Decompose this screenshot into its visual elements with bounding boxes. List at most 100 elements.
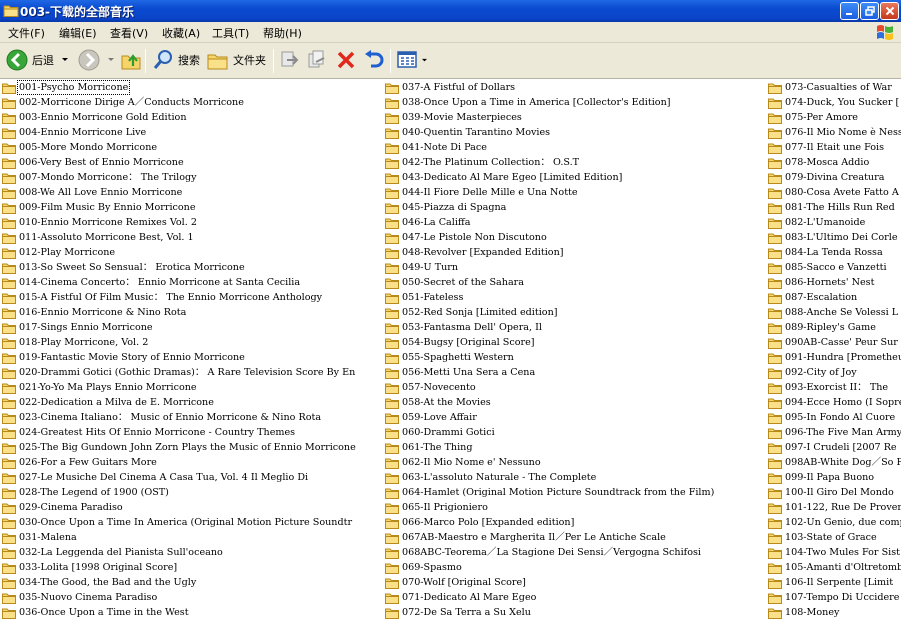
folder-item[interactable]: 013-So Sweet So Sensual： Erotica Morrico… <box>2 260 246 275</box>
folder-item[interactable]: 108-Money <box>768 605 840 620</box>
folder-item[interactable]: 093-Exorcist II： The <box>768 380 889 395</box>
folder-item[interactable]: 047-Le Pistole Non Discutono <box>385 230 548 245</box>
folder-item[interactable]: 014-Cinema Concerto： Ennio Morricone at … <box>2 275 301 290</box>
folder-item[interactable]: 092-City of Joy <box>768 365 858 380</box>
folder-item[interactable]: 087-Escalation <box>768 290 858 305</box>
menu-help[interactable]: 帮助(H) <box>263 25 302 41</box>
folder-item[interactable]: 067AB-Maestro e Margherita Il／Per Le Ant… <box>385 530 667 545</box>
close-button[interactable] <box>880 2 899 20</box>
folder-item[interactable]: 045-Piazza di Spagna <box>385 200 507 215</box>
menu-file[interactable]: 文件(F) <box>8 25 45 41</box>
folder-item[interactable]: 015-A Fistful Of Film Music： The Ennio M… <box>2 290 323 305</box>
folder-item[interactable]: 050-Secret of the Sahara <box>385 275 525 290</box>
folder-item[interactable]: 003-Ennio Morricone Gold Edition <box>2 110 188 125</box>
views-button[interactable] <box>397 50 428 70</box>
folder-item[interactable]: 007-Mondo Morricone： The Trilogy <box>2 170 198 185</box>
folder-item[interactable]: 019-Fantastic Movie Story of Ennio Morri… <box>2 350 246 365</box>
folder-item[interactable]: 048-Revolver [Expanded Edition] <box>385 245 565 260</box>
folder-item[interactable]: 106-Il Serpente [Limit <box>768 575 894 590</box>
folder-item[interactable]: 095-In Fondo Al Cuore <box>768 410 896 425</box>
folder-item[interactable]: 072-De Sa Terra a Su Xelu <box>385 605 532 620</box>
chevron-down-icon[interactable] <box>107 57 115 63</box>
folder-item[interactable]: 037-A Fistful of Dollars <box>385 80 516 95</box>
folder-item[interactable]: 099-Il Papa Buono <box>768 470 875 485</box>
folder-item[interactable]: 068ABC-Teorema／La Stagione Dei Sensi／Ver… <box>385 545 702 560</box>
folder-item[interactable]: 029-Cinema Paradiso <box>2 500 124 515</box>
folder-item[interactable]: 061-The Thing <box>385 440 473 455</box>
folder-item[interactable]: 052-Red Sonja [Limited edition] <box>385 305 559 320</box>
folder-item[interactable]: 032-La Leggenda del Pianista Sull'oceano <box>2 545 224 560</box>
folder-item[interactable]: 075-Per Amore <box>768 110 859 125</box>
folder-item[interactable]: 020-Drammi Gotici (Gothic Dramas)： A Rar… <box>2 365 356 380</box>
folder-item[interactable]: 026-For a Few Guitars More <box>2 455 158 470</box>
folder-item[interactable]: 035-Nuovo Cinema Paradiso <box>2 590 158 605</box>
folder-item[interactable]: 057-Novecento <box>385 380 477 395</box>
folder-item[interactable]: 021-Yo-Yo Ma Plays Ennio Morricone <box>2 380 198 395</box>
up-folder-button[interactable] <box>120 49 142 71</box>
folder-item[interactable]: 049-U Turn <box>385 260 459 275</box>
folder-item[interactable]: 025-The Big Gundown John Zorn Plays the … <box>2 440 357 455</box>
folder-item[interactable]: 066-Marco Polo [Expanded edition] <box>385 515 575 530</box>
folder-item[interactable]: 088-Anche Se Volessi L <box>768 305 899 320</box>
folder-item[interactable]: 091-Hundra [Prometheus <box>768 350 901 365</box>
folder-item[interactable]: 028-The Legend of 1900 (OST) <box>2 485 170 500</box>
folder-item[interactable]: 008-We All Love Ennio Morricone <box>2 185 183 200</box>
folder-item[interactable]: 107-Tempo Di Uccidere <box>768 590 900 605</box>
undo-button[interactable] <box>363 50 385 70</box>
folder-item[interactable]: 034-The Good, the Bad and the Ugly <box>2 575 197 590</box>
folder-item[interactable]: 089-Ripley's Game <box>768 320 877 335</box>
folder-item[interactable]: 097-I Crudeli [2007 Re <box>768 440 898 455</box>
minimize-button[interactable] <box>840 2 859 20</box>
folder-item[interactable]: 044-Il Fiore Delle Mille e Una Notte <box>385 185 579 200</box>
folder-item[interactable]: 010-Ennio Morricone Remixes Vol. 2 <box>2 215 198 230</box>
folder-item[interactable]: 073-Casualties of War <box>768 80 893 95</box>
folder-item[interactable]: 064-Hamlet (Original Motion Picture Soun… <box>385 485 715 500</box>
chevron-down-icon[interactable] <box>61 57 69 63</box>
folder-item[interactable]: 001-Psycho Morricone <box>2 80 131 95</box>
folder-item[interactable]: 102-Un Genio, due comp <box>768 515 901 530</box>
folder-item[interactable]: 059-Love Affair <box>385 410 478 425</box>
folder-item[interactable]: 011-Assoluto Morricone Best, Vol. 1 <box>2 230 195 245</box>
back-button[interactable]: 后退 <box>6 49 69 71</box>
folder-item[interactable]: 080-Cosa Avete Fatto A <box>768 185 900 200</box>
folder-item[interactable]: 023-Cinema Italiano： Music of Ennio Morr… <box>2 410 322 425</box>
folder-item[interactable]: 083-L'Ultimo Dei Corle <box>768 230 899 245</box>
search-button[interactable]: 搜索 <box>152 49 200 71</box>
folder-item[interactable]: 058-At the Movies <box>385 395 492 410</box>
folder-item[interactable]: 018-Play Morricone, Vol. 2 <box>2 335 149 350</box>
folder-item[interactable]: 006-Very Best of Ennio Morricone <box>2 155 185 170</box>
menu-view[interactable]: 查看(V) <box>110 25 148 41</box>
folder-item[interactable]: 077-Il Etait une Fois <box>768 140 885 155</box>
folder-item[interactable]: 016-Ennio Morricone & Nino Rota <box>2 305 187 320</box>
folder-item[interactable]: 063-L'assoluto Naturale - The Complete <box>385 470 597 485</box>
folder-item[interactable]: 100-Il Giro Del Mondo <box>768 485 895 500</box>
folder-item[interactable]: 069-Spasmo <box>385 560 463 575</box>
menu-tools[interactable]: 工具(T) <box>212 25 249 41</box>
folder-item[interactable]: 085-Sacco e Vanzetti <box>768 260 888 275</box>
folders-button[interactable]: 文件夹 <box>207 49 266 71</box>
folder-item[interactable]: 005-More Mondo Morricone <box>2 140 158 155</box>
folder-item[interactable]: 042-The Platinum Collection： O.S.T <box>385 155 580 170</box>
folder-item[interactable]: 082-L'Umanoide <box>768 215 866 230</box>
folder-item[interactable]: 090AB-Casse' Peur Sur <box>768 335 899 350</box>
folder-item[interactable]: 031-Malena <box>2 530 78 545</box>
folder-item[interactable]: 098AB-White Dog／So Fi <box>768 455 901 470</box>
chevron-down-icon[interactable] <box>421 58 428 63</box>
folder-item[interactable]: 051-Fateless <box>385 290 464 305</box>
folder-item[interactable]: 096-The Five Man Army <box>768 425 901 440</box>
folder-item[interactable]: 055-Spaghetti Western <box>385 350 515 365</box>
menu-edit[interactable]: 编辑(E) <box>59 25 97 41</box>
folder-item[interactable]: 004-Ennio Morricone Live <box>2 125 147 140</box>
copy-to-button[interactable] <box>307 50 327 70</box>
forward-button[interactable] <box>78 49 115 71</box>
folder-item[interactable]: 038-Once Upon a Time in America [Collect… <box>385 95 672 110</box>
folder-item[interactable]: 094-Ecce Homo (I Sopre <box>768 395 901 410</box>
folder-item[interactable]: 074-Duck, You Sucker [ <box>768 95 900 110</box>
folder-item[interactable]: 065-Il Prigioniero <box>385 500 489 515</box>
folder-item[interactable]: 041-Note Di Pace <box>385 140 488 155</box>
folder-item[interactable]: 053-Fantasma Dell' Opera, Il <box>385 320 543 335</box>
folder-item[interactable]: 078-Mosca Addio <box>768 155 870 170</box>
folder-item[interactable]: 024-Greatest Hits Of Ennio Morricone - C… <box>2 425 296 440</box>
folder-item[interactable]: 027-Le Musiche Del Cinema A Casa Tua, Vo… <box>2 470 309 485</box>
folder-item[interactable]: 086-Hornets' Nest <box>768 275 875 290</box>
